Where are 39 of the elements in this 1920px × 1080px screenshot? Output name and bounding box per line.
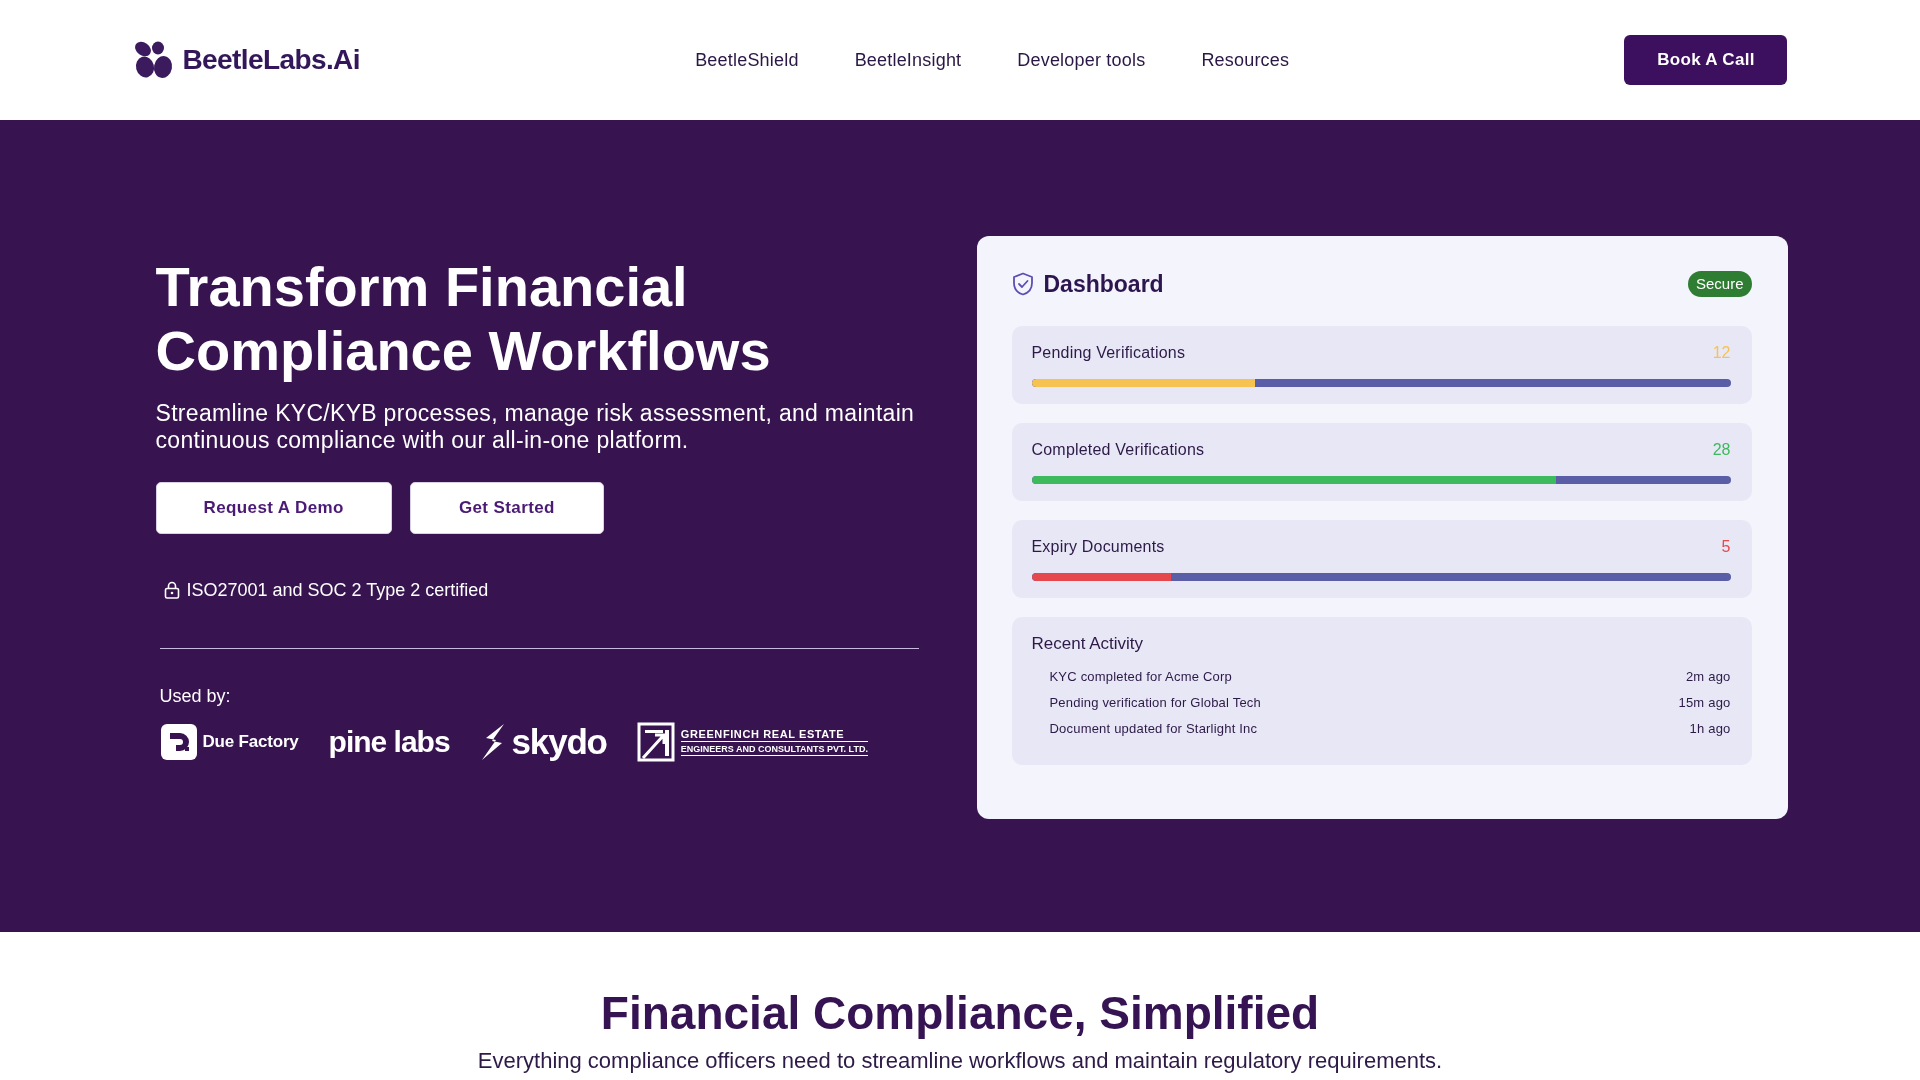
- activity-time: 1h ago: [1689, 720, 1731, 736]
- activity-text: Document updated for Starlight Inc: [1049, 720, 1258, 736]
- hero-title: Transform Financial Compliance Workflows: [155, 255, 772, 383]
- metric-label: Expiry Documents: [1031, 538, 1165, 556]
- client-logo-text: GREENFINCH REAL ESTATE: [680, 728, 868, 742]
- framed-arrow-logo-icon: [636, 722, 675, 762]
- activity-time: 2m ago: [1685, 668, 1731, 684]
- used-by-label: Used by:: [159, 685, 231, 708]
- client-logo-tagline: ENGINEERS AND CONSULTANTS PVT. LTD.: [680, 744, 868, 756]
- lock-icon: [163, 581, 180, 599]
- metric-value: 12: [1712, 344, 1731, 362]
- metric-value: 28: [1712, 441, 1731, 459]
- status-badge: Secure: [1687, 271, 1752, 297]
- hero-subtitle: Streamline KYC/KYB processes, manage risk assessment, and maintain continuous compliance with our all-in-one platform.: [155, 400, 916, 454]
- activity-title: Recent Activity: [1031, 633, 1144, 655]
- metric-label: Pending Verifications: [1031, 344, 1186, 362]
- shield-check-icon: [1011, 272, 1034, 296]
- brand-name[interactable]: BeetleLabs.Ai: [182, 44, 360, 76]
- nav-link[interactable]: BeetleShield: [695, 49, 799, 71]
- nav-link[interactable]: BeetleInsight: [854, 49, 962, 71]
- activity-time: 15m ago: [1678, 694, 1731, 710]
- hero-button[interactable]: Request A Demo: [155, 482, 392, 534]
- rounded-square-logo-icon: [160, 724, 197, 760]
- section-heading: Financial Compliance, Simplified: [600, 986, 1320, 1041]
- lightning-logo-icon: [479, 724, 506, 760]
- nav-link[interactable]: Developer tools: [1017, 49, 1146, 71]
- hero-button[interactable]: Get Started: [409, 482, 604, 534]
- book-call-button[interactable]: Book A Call: [1624, 35, 1788, 85]
- nav-link[interactable]: Resources: [1201, 49, 1290, 71]
- client-logo-text: Due Factory: [202, 732, 299, 752]
- client-logo-text: skydo: [511, 722, 607, 762]
- dashboard-title: Dashboard: [1043, 270, 1164, 298]
- activity-text: Pending verification for Global Tech: [1049, 694, 1261, 710]
- activity-text: KYC completed for Acme Corp: [1049, 668, 1232, 684]
- metric-label: Completed Verifications: [1031, 441, 1205, 459]
- section-subtitle: Everything compliance officers need to streamline workflows and maintain regulatory requirements.: [477, 1048, 1443, 1074]
- certification-text: ISO27001 and SOC 2 Type 2 certified: [186, 579, 489, 602]
- metric-value: 5: [1721, 538, 1731, 556]
- client-logo-text: pine labs: [328, 725, 450, 759]
